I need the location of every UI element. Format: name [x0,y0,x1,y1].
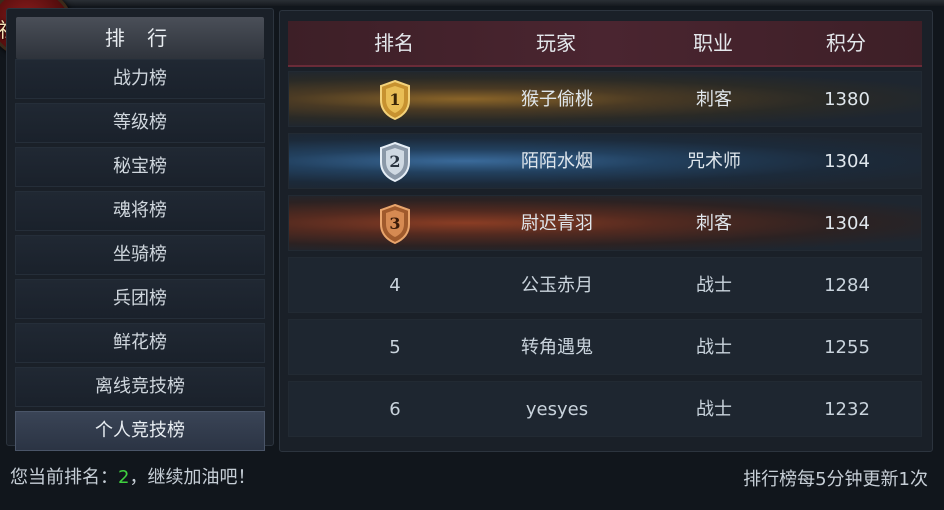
player-score: 1380 [824,89,870,110]
current-rank-value: 2 [118,467,130,488]
rank-number: 3 [389,214,401,233]
rank-number: 4 [389,275,401,296]
leaderboard-row[interactable]: 3 尉迟青羽 刺客 1304 [288,195,922,251]
rank-number: 1 [389,90,401,109]
player-score: 1232 [824,399,870,420]
rank-cell: 2 [315,134,475,190]
player-name: 公玉赤月 [521,275,593,296]
leaderboard-header: 排名 玩家 职业 积分 [288,21,922,67]
rank-cell: 1 [315,72,475,128]
leaderboard-row[interactable]: 1 猴子偷桃 刺客 1380 [288,71,922,127]
leaderboard-row[interactable]: 5 转角遇鬼 战士 1255 [288,319,922,375]
leaderboard-row[interactable]: 4 公玉赤月 战士 1284 [288,257,922,313]
rank-cell: 3 [315,196,475,252]
category-personal-arena[interactable]: 个人竞技榜 [15,411,265,451]
ranking-panel-title: 排 行 [16,17,264,59]
column-header-class: 职业 [693,31,733,55]
player-name: 转角遇鬼 [521,337,593,358]
player-score: 1304 [824,213,870,234]
category-offline-arena[interactable]: 离线竞技榜 [15,367,265,407]
category-level[interactable]: 等级榜 [15,103,265,143]
player-score: 1304 [824,151,870,172]
player-score: 1255 [824,337,870,358]
player-name: yesyes [525,399,589,420]
current-rank-prefix: 您当前排名： [10,467,118,488]
ranking-category-list: 战力榜 等级榜 秘宝榜 魂将榜 坐骑榜 兵团榜 鲜花榜 离线竞技榜 个人竞技榜 [15,59,265,455]
category-flowers[interactable]: 鲜花榜 [15,323,265,363]
category-combat-power[interactable]: 战力榜 [15,59,265,99]
column-header-rank: 排名 [374,31,414,55]
ranking-category-panel: 排 行 战力榜 等级榜 秘宝榜 魂将榜 坐骑榜 兵团榜 鲜花榜 离线竞技榜 个人… [6,8,274,451]
column-header-player: 玩家 [536,31,576,55]
window-top-frame [0,0,944,6]
current-rank-message: 您当前排名：2，继续加油吧！ [10,463,255,489]
category-soul-general[interactable]: 魂将榜 [15,191,265,231]
column-header-score: 积分 [826,31,866,55]
category-mount[interactable]: 坐骑榜 [15,235,265,275]
category-treasure[interactable]: 秘宝榜 [15,147,265,187]
player-score: 1284 [824,275,870,296]
leaderboard-row[interactable]: 6 yesyes 战士 1232 [288,381,922,437]
rank-number: 5 [389,337,401,358]
category-legion[interactable]: 兵团榜 [15,279,265,319]
player-name: 陌陌水烟 [521,151,593,172]
rank-number: 6 [389,399,401,420]
rank-number: 2 [389,152,401,171]
current-rank-suffix: ，继续加油吧！ [129,467,256,488]
update-frequency-note: 排行榜每5分钟更新1次 [743,469,928,490]
leaderboard-row[interactable]: 2 陌陌水烟 咒术师 1304 [288,133,922,189]
player-name: 尉迟青羽 [521,213,593,234]
leaderboard-panel: 排名 玩家 职业 积分 1 猴子偷桃 刺客 1380 2 陌陌水烟 咒术师 13… [279,10,933,452]
player-name: 猴子偷桃 [521,89,593,110]
